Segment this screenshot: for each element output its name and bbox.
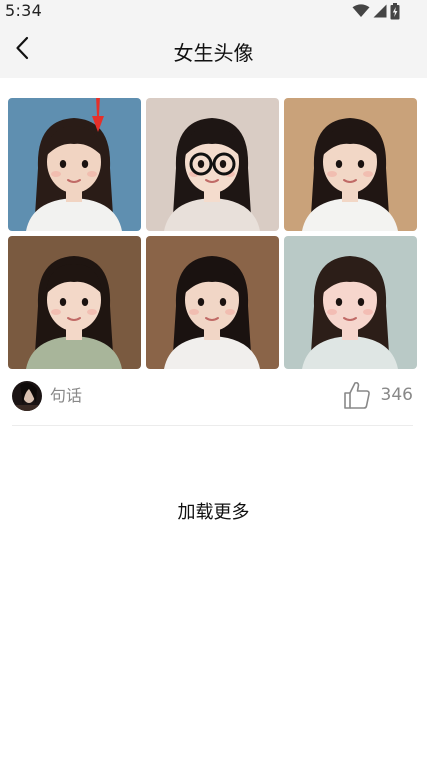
photo-6-image bbox=[284, 236, 417, 369]
thumbs-up-icon bbox=[343, 381, 371, 414]
author-name[interactable]: 句话 bbox=[50, 382, 82, 406]
photo-3-image bbox=[284, 98, 417, 231]
photo-5-image bbox=[146, 236, 279, 369]
photo-1-image bbox=[8, 98, 141, 231]
status-icons bbox=[352, 2, 400, 20]
status-bar: 5:34 bbox=[0, 0, 427, 22]
signal-icon bbox=[373, 4, 387, 18]
status-time: 5:34 bbox=[5, 1, 43, 20]
divider bbox=[12, 425, 413, 426]
photo-1[interactable] bbox=[8, 98, 141, 231]
photo-2[interactable] bbox=[146, 98, 279, 231]
photo-5[interactable] bbox=[146, 236, 279, 369]
photo-4[interactable] bbox=[8, 236, 141, 369]
wifi-icon bbox=[352, 4, 370, 18]
battery-charging-icon bbox=[390, 2, 400, 20]
photo-2-image bbox=[146, 98, 279, 231]
app-bar: 女生头像 bbox=[0, 22, 427, 78]
like-button[interactable] bbox=[343, 380, 373, 412]
page-title: 女生头像 bbox=[173, 41, 254, 65]
photo-grid bbox=[8, 98, 417, 369]
photo-4-image bbox=[8, 236, 141, 369]
photo-3[interactable] bbox=[284, 98, 417, 231]
like-count: 346 bbox=[380, 385, 413, 405]
post-meta-row: 句话 346 bbox=[12, 380, 415, 414]
photo-6[interactable] bbox=[284, 236, 417, 369]
avatar[interactable] bbox=[12, 381, 42, 411]
load-more-button[interactable]: 加载更多 bbox=[0, 498, 427, 524]
